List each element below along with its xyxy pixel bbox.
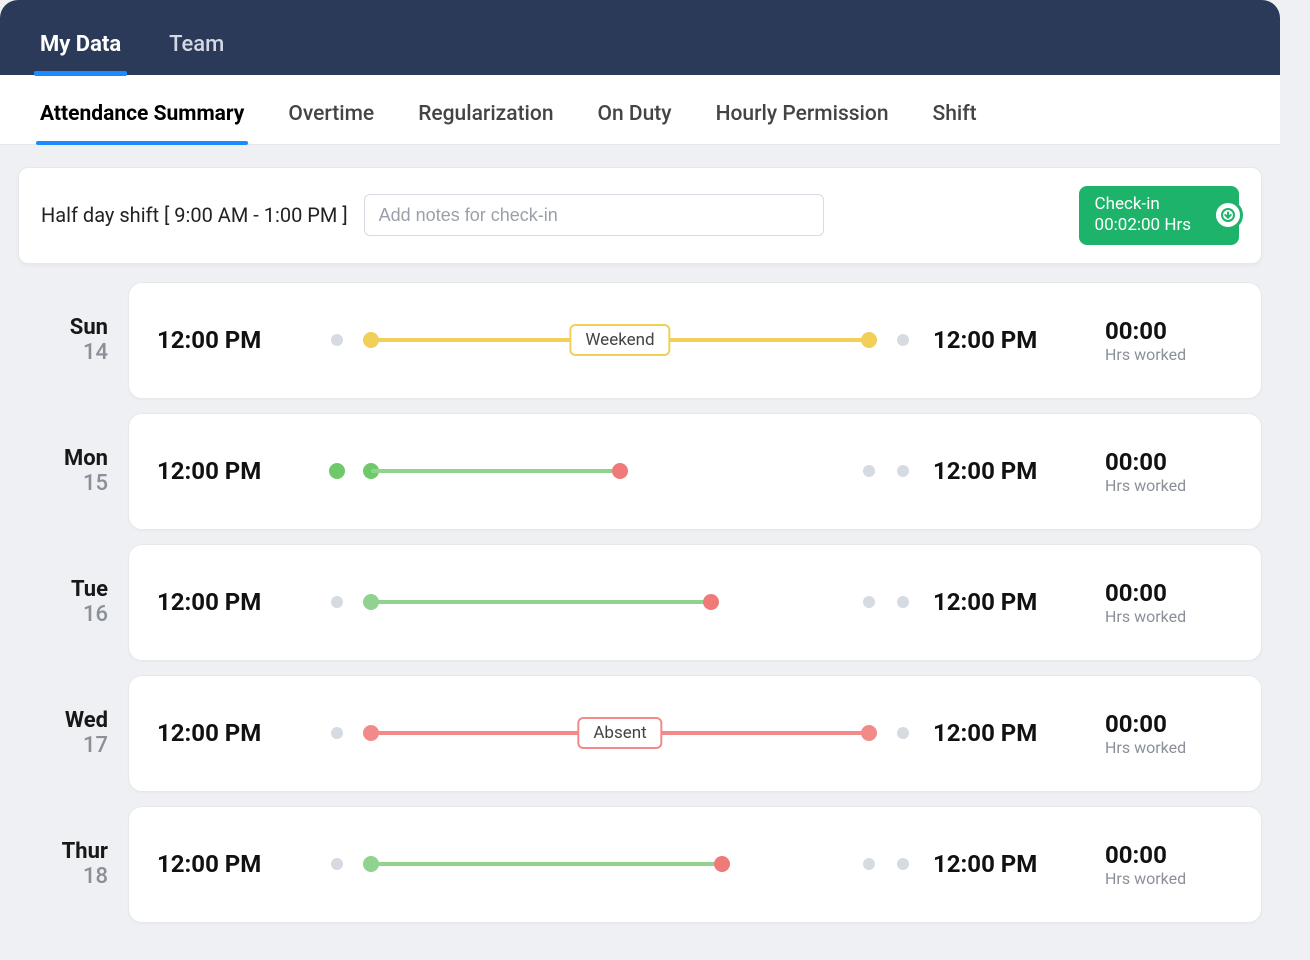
tab-my-data[interactable]: My Data (40, 14, 121, 75)
hours-worked: 00:00 Hrs worked (1083, 317, 1233, 364)
day-row: Thur 18 12:00 PM 12:00 PM 00:00 Hrs work… (18, 806, 1262, 923)
secondary-tabs: Attendance Summary Overtime Regularizati… (0, 75, 1280, 145)
day-number: 15 (18, 471, 108, 496)
hours-value: 00:00 (1105, 841, 1233, 869)
hours-value: 00:00 (1105, 317, 1233, 345)
hours-label: Hrs worked (1105, 345, 1233, 364)
subtab-overtime[interactable]: Overtime (288, 82, 374, 144)
hours-label: Hrs worked (1105, 869, 1233, 888)
time-out: 12:00 PM (933, 588, 1083, 616)
hours-label: Hrs worked (1105, 738, 1233, 757)
status-badge-absent: Absent (577, 717, 662, 749)
subtab-on-duty[interactable]: On Duty (598, 82, 672, 144)
subtab-regularization[interactable]: Regularization (418, 82, 553, 144)
hours-label: Hrs worked (1105, 476, 1233, 495)
time-in: 12:00 PM (157, 326, 307, 354)
day-label: Thur 18 (18, 839, 128, 889)
day-card[interactable]: 12:00 PM 12:00 PM 00:00 Hrs worked (128, 544, 1262, 661)
day-name: Mon (18, 446, 108, 471)
day-timeline (337, 459, 903, 483)
day-label: Tue 16 (18, 577, 128, 627)
checkin-arrow-icon (1213, 200, 1243, 230)
day-label: Sun 14 (18, 315, 128, 365)
day-card[interactable]: 12:00 PM 12:00 PM 00:00 Hrs worked (128, 806, 1262, 923)
time-out: 12:00 PM (933, 850, 1083, 878)
day-number: 18 (18, 864, 108, 889)
day-name: Wed (18, 708, 108, 733)
time-in: 12:00 PM (157, 850, 307, 878)
day-row: Sun 14 12:00 PM Weekend 12:00 PM 00:00 H… (18, 282, 1262, 399)
tab-team[interactable]: Team (169, 14, 224, 75)
day-timeline: Absent (337, 721, 903, 745)
day-label: Wed 17 (18, 708, 128, 758)
checkin-timer: 00:02:00 Hrs (1095, 215, 1191, 236)
day-number: 16 (18, 602, 108, 627)
day-row: Tue 16 12:00 PM 12:00 PM 00:00 Hrs worke… (18, 544, 1262, 661)
day-timeline: Weekend (337, 328, 903, 352)
subtab-shift[interactable]: Shift (933, 82, 977, 144)
time-in: 12:00 PM (157, 588, 307, 616)
subtab-attendance-summary[interactable]: Attendance Summary (40, 82, 244, 144)
day-name: Thur (18, 839, 108, 864)
hours-value: 00:00 (1105, 579, 1233, 607)
primary-tabs: My Data Team (0, 0, 1280, 75)
hours-label: Hrs worked (1105, 607, 1233, 626)
day-number: 17 (18, 733, 108, 758)
day-row: Mon 15 12:00 PM 12:00 PM 00:00 Hrs worke… (18, 413, 1262, 530)
time-out: 12:00 PM (933, 326, 1083, 354)
day-name: Tue (18, 577, 108, 602)
hours-worked: 00:00 Hrs worked (1083, 448, 1233, 495)
subtab-hourly-permission[interactable]: Hourly Permission (716, 82, 889, 144)
hours-worked: 00:00 Hrs worked (1083, 579, 1233, 626)
day-number: 14 (18, 340, 108, 365)
status-badge-weekend: Weekend (569, 324, 670, 356)
day-timeline (337, 590, 903, 614)
shift-label: Half day shift [ 9:00 AM - 1:00 PM ] (41, 203, 348, 227)
hours-value: 00:00 (1105, 448, 1233, 476)
time-out: 12:00 PM (933, 457, 1083, 485)
checkin-button[interactable]: Check-in 00:02:00 Hrs (1079, 186, 1239, 245)
shift-bar: Half day shift [ 9:00 AM - 1:00 PM ] Che… (18, 167, 1262, 264)
day-card[interactable]: 12:00 PM Absent 12:00 PM 00:00 Hrs worke… (128, 675, 1262, 792)
hours-value: 00:00 (1105, 710, 1233, 738)
hours-worked: 00:00 Hrs worked (1083, 841, 1233, 888)
day-card[interactable]: 12:00 PM 12:00 PM 00:00 Hrs worked (128, 413, 1262, 530)
shift-bar-container: Half day shift [ 9:00 AM - 1:00 PM ] Che… (0, 145, 1280, 274)
hours-worked: 00:00 Hrs worked (1083, 710, 1233, 757)
day-card[interactable]: 12:00 PM Weekend 12:00 PM 00:00 Hrs work… (128, 282, 1262, 399)
time-in: 12:00 PM (157, 719, 307, 747)
day-list: Sun 14 12:00 PM Weekend 12:00 PM 00:00 H… (0, 274, 1280, 923)
time-in: 12:00 PM (157, 457, 307, 485)
app-frame: My Data Team Attendance Summary Overtime… (0, 0, 1280, 960)
checkin-notes-input[interactable] (364, 194, 824, 236)
day-timeline (337, 852, 903, 876)
day-label: Mon 15 (18, 446, 128, 496)
time-out: 12:00 PM (933, 719, 1083, 747)
checkin-label: Check-in (1095, 194, 1191, 215)
day-row: Wed 17 12:00 PM Absent 12:00 PM 00:00 Hr… (18, 675, 1262, 792)
day-name: Sun (18, 315, 108, 340)
